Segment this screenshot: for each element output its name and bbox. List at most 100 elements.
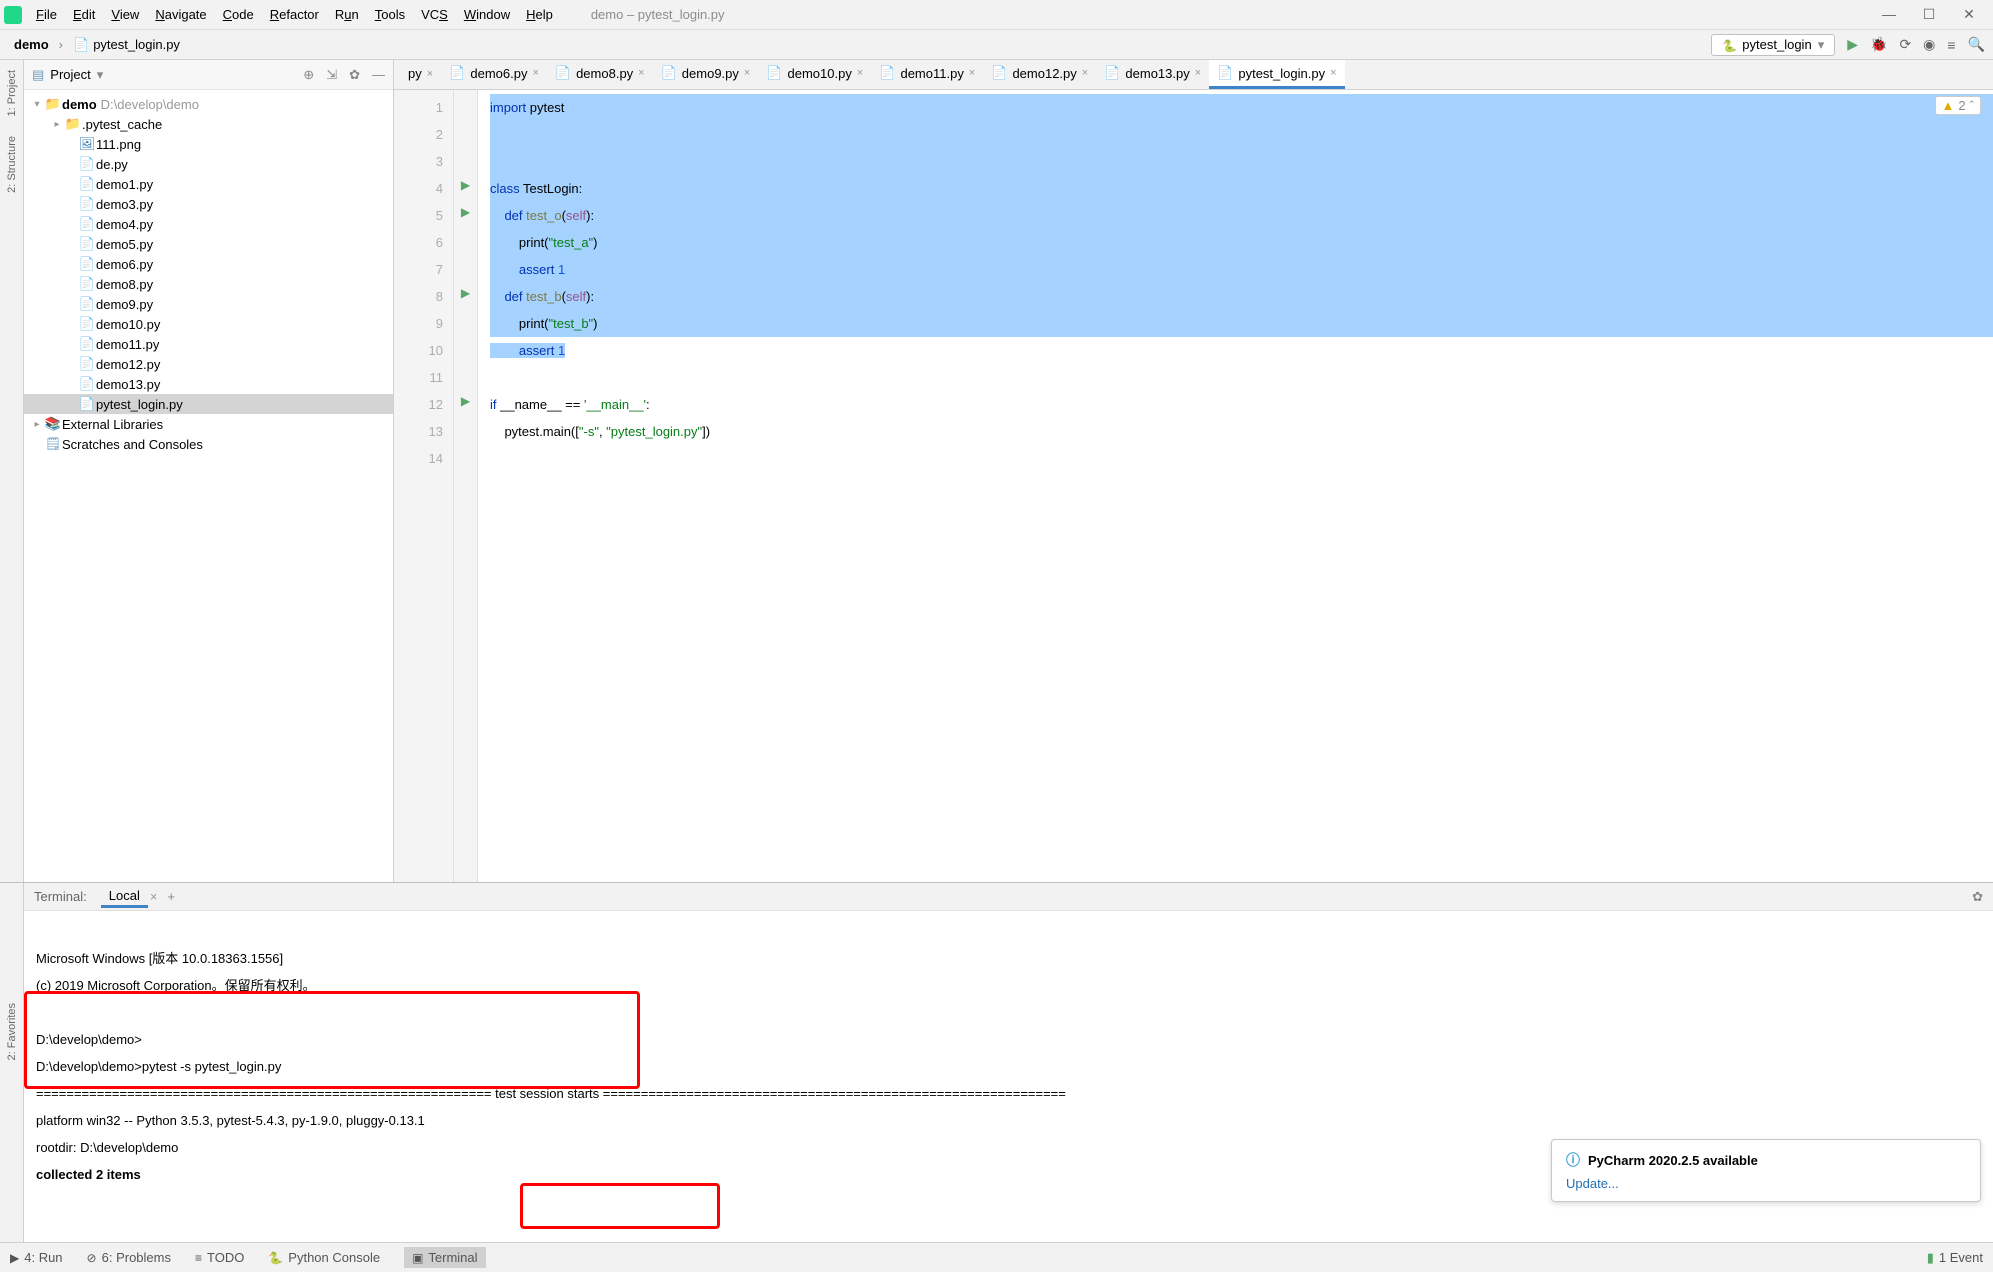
menu-navigate[interactable]: Navigate xyxy=(147,4,214,25)
close-icon[interactable]: × xyxy=(969,67,975,79)
run-button[interactable]: ▶ xyxy=(1847,36,1858,53)
menu-view[interactable]: View xyxy=(103,4,147,25)
status-terminal[interactable]: ▣ Terminal xyxy=(404,1247,485,1268)
line-gutter: 1234567891011121314 xyxy=(394,90,454,882)
status-run[interactable]: ▶ 4: Run xyxy=(10,1250,63,1265)
project-header: ▤ Project ▾ ⊕ ⇲ ✿ — xyxy=(24,60,393,90)
close-icon[interactable]: × xyxy=(532,67,538,79)
gutter-icons[interactable]: ▶▶▶▶ xyxy=(454,90,478,882)
run-config-label: pytest_login xyxy=(1742,37,1811,52)
tree-file[interactable]: 📄demo3.py xyxy=(24,194,393,214)
info-icon: ⓘ xyxy=(1566,1150,1580,1170)
editor-tab[interactable]: 📄demo8.py× xyxy=(547,60,653,89)
menu-code[interactable]: Code xyxy=(215,4,262,25)
status-problems[interactable]: ⊘ 6: Problems xyxy=(87,1250,171,1265)
code-editor[interactable]: 1234567891011121314 ▶▶▶▶ import pytest c… xyxy=(394,90,1993,882)
status-bar: ▶ 4: Run ⊘ 6: Problems ≡ TODO 🐍 Python C… xyxy=(0,1242,1993,1272)
menu-window[interactable]: Window xyxy=(456,4,518,25)
gear-icon[interactable]: ✿ xyxy=(1972,889,1983,905)
tree-file[interactable]: 📄demo11.py xyxy=(24,334,393,354)
tree-file-selected[interactable]: 📄pytest_login.py xyxy=(24,394,393,414)
status-todo[interactable]: ≡ TODO xyxy=(195,1250,244,1265)
chevron-down-icon[interactable]: ▾ xyxy=(97,67,104,83)
window-maximize[interactable]: ☐ xyxy=(1909,6,1949,23)
tree-file[interactable]: 📄demo10.py xyxy=(24,314,393,334)
breadcrumb-file[interactable]: 📄 pytest_login.py xyxy=(67,35,186,55)
tree-file[interactable]: 📄demo9.py xyxy=(24,294,393,314)
run-config-selector[interactable]: pytest_login ▾ xyxy=(1711,34,1835,56)
tool-favorites[interactable]: 2: Favorites xyxy=(6,1003,18,1060)
editor-tab[interactable]: 📄demo12.py× xyxy=(983,60,1096,89)
terminal-tool-window: 2: Favorites Terminal: Local × + ✿ Micro… xyxy=(0,882,1993,1242)
tool-structure[interactable]: 2: Structure xyxy=(6,136,18,193)
tree-scratches[interactable]: 🗒Scratches and Consoles xyxy=(24,434,393,454)
close-icon[interactable]: × xyxy=(1195,67,1201,79)
editor-tab[interactable]: 📄demo6.py× xyxy=(441,60,547,89)
tree-external-libs[interactable]: ▸📚External Libraries xyxy=(24,414,393,434)
add-terminal[interactable]: + xyxy=(167,889,175,904)
close-icon[interactable]: × xyxy=(744,67,750,79)
expand-icon[interactable]: ⇲ xyxy=(326,67,337,83)
close-icon[interactable]: × xyxy=(427,68,433,80)
search-everywhere[interactable]: 🔍 xyxy=(1968,36,1985,53)
editor-tab-bar: py× 📄demo6.py× 📄demo8.py× 📄demo9.py× 📄de… xyxy=(394,60,1993,90)
locate-icon[interactable]: ⊕ xyxy=(303,67,314,83)
code-content[interactable]: import pytest class TestLogin: def test_… xyxy=(478,90,1993,882)
hide-icon[interactable]: — xyxy=(372,67,385,83)
debug-button[interactable]: 🐞 xyxy=(1870,36,1887,53)
menu-refactor[interactable]: Refactor xyxy=(262,4,327,25)
warning-icon: ▲ xyxy=(1942,98,1955,113)
tree-root[interactable]: ▾📁 demoD:\develop\demo xyxy=(24,94,393,114)
tree-file[interactable]: 📄demo4.py xyxy=(24,214,393,234)
toolbar-extra[interactable]: ≡ xyxy=(1947,37,1955,53)
tool-project[interactable]: 1: Project xyxy=(6,70,18,116)
window-minimize[interactable]: — xyxy=(1869,6,1909,23)
tree-file[interactable]: 📄de.py xyxy=(24,154,393,174)
tree-file[interactable]: 📄demo13.py xyxy=(24,374,393,394)
menu-file[interactable]: File xyxy=(28,4,65,25)
inspection-badge[interactable]: ▲2 ˆ xyxy=(1935,96,1981,115)
status-event-log[interactable]: ▮ 1 Event xyxy=(1927,1250,1983,1266)
close-icon[interactable]: × xyxy=(150,889,158,904)
close-icon[interactable]: × xyxy=(1082,67,1088,79)
menu-run[interactable]: Run xyxy=(327,4,367,25)
tree-file[interactable]: 🖼111.png xyxy=(24,134,393,154)
python-icon xyxy=(1722,38,1736,52)
menu-tools[interactable]: Tools xyxy=(367,4,413,25)
menu-edit[interactable]: Edit xyxy=(65,4,103,25)
coverage-button[interactable]: ⟳ xyxy=(1899,36,1911,53)
editor-tab[interactable]: 📄demo11.py× xyxy=(871,60,983,89)
profile-button[interactable]: ◉ xyxy=(1923,36,1935,53)
window-title: demo – pytest_login.py xyxy=(591,7,725,22)
editor-tab[interactable]: py× xyxy=(400,61,441,89)
main-area: 1: Project 2: Structure ▤ Project ▾ ⊕ ⇲ … xyxy=(0,60,1993,882)
app-logo xyxy=(4,6,22,24)
close-icon[interactable]: × xyxy=(638,67,644,79)
tree-file[interactable]: 📄demo6.py xyxy=(24,254,393,274)
close-icon[interactable]: × xyxy=(857,67,863,79)
update-notification[interactable]: ⓘ PyCharm 2020.2.5 available Update... xyxy=(1551,1139,1981,1202)
editor-area: py× 📄demo6.py× 📄demo8.py× 📄demo9.py× 📄de… xyxy=(394,60,1993,882)
tree-file[interactable]: 📄demo8.py xyxy=(24,274,393,294)
menu-help[interactable]: Help xyxy=(518,4,561,25)
editor-tab[interactable]: 📄demo13.py× xyxy=(1096,60,1209,89)
window-close[interactable]: ✕ xyxy=(1949,6,1989,23)
chevron-icon xyxy=(55,37,67,52)
notif-title: PyCharm 2020.2.5 available xyxy=(1588,1153,1758,1168)
notif-update-link[interactable]: Update... xyxy=(1566,1176,1966,1191)
terminal-tab[interactable]: Local xyxy=(101,886,148,908)
menu-bar: File Edit View Navigate Code Refactor Ru… xyxy=(0,0,1993,30)
status-python-console[interactable]: 🐍 Python Console xyxy=(268,1250,380,1265)
tree-file[interactable]: 📄demo12.py xyxy=(24,354,393,374)
menu-vcs[interactable]: VCS xyxy=(413,4,456,25)
tree-file[interactable]: 📄demo1.py xyxy=(24,174,393,194)
close-icon[interactable]: × xyxy=(1330,67,1336,79)
settings-icon[interactable]: ✿ xyxy=(349,67,360,83)
breadcrumb-root[interactable]: demo xyxy=(8,35,55,54)
editor-tab-active[interactable]: 📄pytest_login.py× xyxy=(1209,60,1344,89)
editor-tab[interactable]: 📄demo9.py× xyxy=(653,60,759,89)
tree-file[interactable]: 📄demo5.py xyxy=(24,234,393,254)
editor-tab[interactable]: 📄demo10.py× xyxy=(758,60,871,89)
project-tree[interactable]: ▾📁 demoD:\develop\demo ▸📁.pytest_cache 🖼… xyxy=(24,90,393,882)
tree-folder-cache[interactable]: ▸📁.pytest_cache xyxy=(24,114,393,134)
